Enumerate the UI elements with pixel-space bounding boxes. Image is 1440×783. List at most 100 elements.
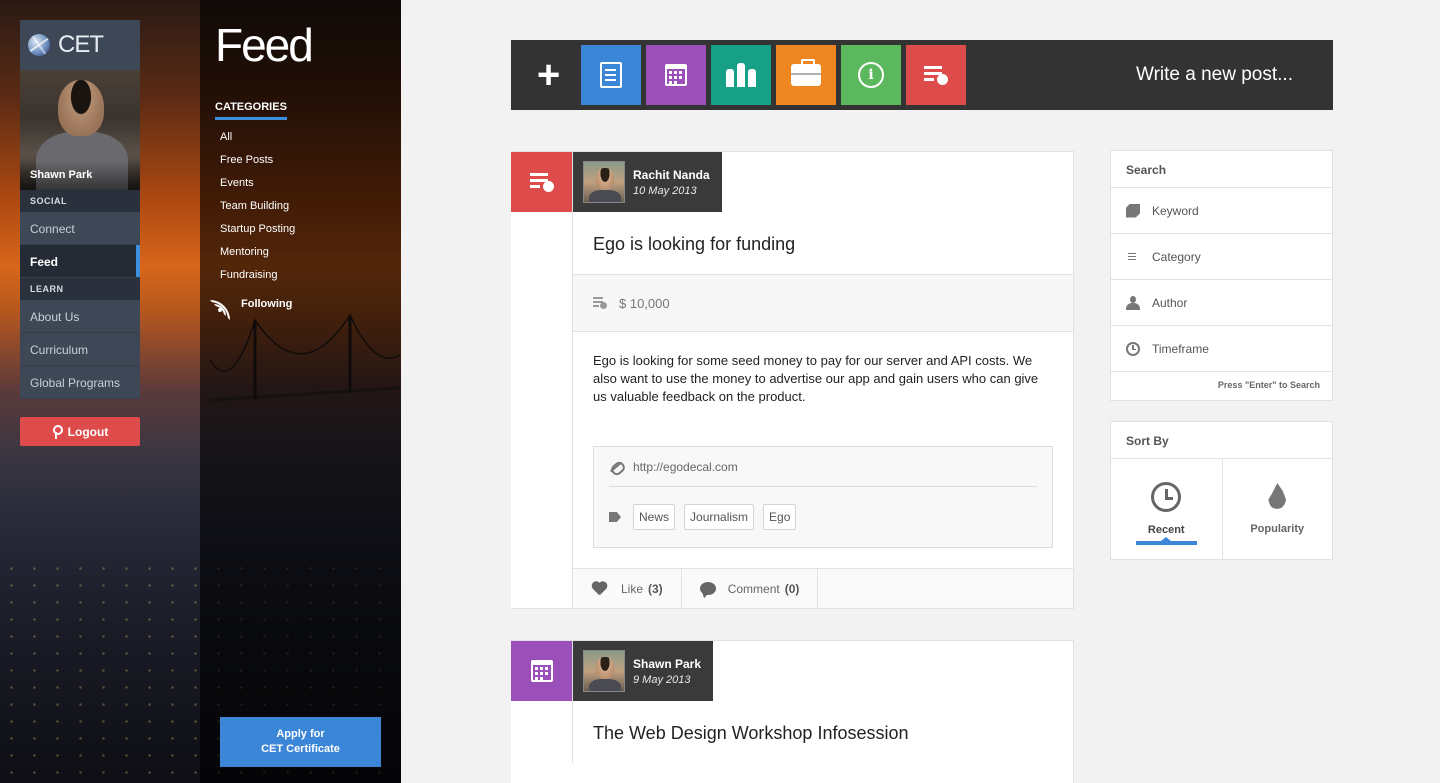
author-name: Rachit Nanda: [633, 167, 710, 182]
category-startup-posting[interactable]: Startup Posting: [220, 223, 295, 246]
post-type-team-building-button[interactable]: [711, 45, 771, 105]
sort-recent-button[interactable]: Recent: [1111, 459, 1222, 559]
like-count: (3): [648, 581, 663, 596]
nav-item-connect[interactable]: Connect: [20, 212, 140, 245]
document-icon: [600, 62, 622, 88]
post-actions: Like (3) Comment (0): [573, 568, 1073, 608]
search-hint: Press "Enter" to Search: [1217, 380, 1320, 390]
comment-icon: [699, 582, 716, 595]
user-name: Shawn Park: [20, 160, 140, 190]
tag-ego[interactable]: Ego: [763, 504, 797, 530]
search-heading: Search: [1111, 151, 1332, 188]
categories-list: All Free Posts Events Team Building Star…: [210, 131, 295, 320]
like-button[interactable]: Like (3): [573, 569, 682, 608]
money-icon: [529, 172, 554, 192]
tag-news[interactable]: News: [633, 504, 676, 530]
comment-button[interactable]: Comment (0): [682, 569, 819, 608]
sort-panel: Sort By Recent Popularity: [1110, 421, 1333, 560]
clock-icon: [1151, 482, 1182, 512]
category-all[interactable]: All: [220, 131, 295, 154]
new-post-toolbar: + i Write a new post...: [511, 40, 1333, 110]
like-label: Like: [621, 581, 644, 596]
add-post-button[interactable]: +: [516, 45, 581, 105]
feed-post: Shawn Park 9 May 2013 The Web Design Wor…: [511, 640, 1074, 783]
post-body: Ego is looking for some seed money to pa…: [593, 353, 1039, 404]
post-type-fundraising-button[interactable]: [906, 45, 966, 105]
category-fundraising[interactable]: Fundraising: [220, 269, 295, 292]
post-tags: News Journalism Ego: [609, 487, 1037, 547]
search-timeframe-label: Timeframe: [1152, 341, 1209, 356]
key-icon: [52, 424, 63, 439]
heart-icon: [591, 582, 607, 596]
post-author[interactable]: Rachit Nanda 10 May 2013: [573, 152, 722, 212]
rss-icon: [210, 296, 234, 320]
post-link[interactable]: http://egodecal.com: [609, 447, 1037, 487]
user-icon: [1126, 295, 1140, 310]
post-type-badge: [511, 641, 572, 701]
post-title[interactable]: The Web Design Workshop Infosession: [573, 701, 1073, 763]
post-type-startup-button[interactable]: [776, 45, 836, 105]
search-author-label: Author: [1152, 295, 1188, 310]
money-icon: [924, 65, 948, 85]
calendar-icon: [665, 64, 687, 86]
category-mentoring[interactable]: Mentoring: [220, 246, 295, 269]
funding-amount: $ 10,000: [573, 274, 1073, 332]
author-avatar: [583, 650, 625, 692]
following-label: Following: [241, 297, 293, 310]
apply-line-1: Apply for: [276, 728, 325, 740]
sort-popularity-button[interactable]: Popularity: [1221, 459, 1333, 559]
post-type-event-button[interactable]: [646, 45, 706, 105]
post-type-mentoring-button[interactable]: i: [841, 45, 901, 105]
team-icon: [726, 63, 756, 87]
amount-value: $ 10,000: [619, 295, 670, 311]
category-free-posts[interactable]: Free Posts: [220, 154, 295, 177]
sort-heading: Sort By: [1111, 422, 1332, 459]
list-icon: [1126, 250, 1140, 264]
calendar-icon: [530, 660, 553, 682]
nav-item-about-us[interactable]: About Us: [20, 300, 140, 333]
search-category-label: Category: [1152, 249, 1201, 264]
feed-post: Rachit Nanda 10 May 2013 Ego is looking …: [511, 151, 1074, 609]
post-title[interactable]: Ego is looking for funding: [573, 212, 1073, 274]
user-profile[interactable]: Shawn Park: [20, 70, 140, 190]
logout-label: Logout: [67, 424, 109, 439]
page-title: Feed: [215, 19, 314, 71]
tag-icon: [1126, 203, 1140, 218]
comment-label: Comment: [727, 581, 780, 596]
search-panel: Search Keyword Category Author Timeframe…: [1110, 150, 1333, 401]
search-timeframe-field[interactable]: Timeframe: [1111, 326, 1332, 372]
nav-section-learn: LEARN: [20, 278, 140, 300]
tag-journalism[interactable]: Journalism: [684, 504, 755, 530]
post-attachments: http://egodecal.com News Journalism Ego: [593, 446, 1053, 548]
tag-icon: [609, 512, 621, 522]
info-icon: i: [858, 62, 884, 88]
briefcase-icon: [791, 59, 821, 86]
globe-icon: [28, 34, 50, 56]
search-keyword-field[interactable]: Keyword: [1111, 188, 1332, 234]
post-date: 9 May 2013: [633, 673, 691, 686]
write-post-prompt[interactable]: Write a new post...: [1136, 64, 1293, 86]
nav-item-global-programs[interactable]: Global Programs: [20, 366, 140, 399]
post-type-free-post-button[interactable]: [581, 45, 641, 105]
search-keyword-label: Keyword: [1152, 203, 1199, 218]
nav-section-social: SOCIAL: [20, 190, 140, 212]
category-events[interactable]: Events: [220, 177, 295, 200]
logout-button[interactable]: Logout: [20, 417, 140, 446]
author-avatar: [583, 161, 625, 203]
logo[interactable]: CET: [20, 20, 140, 70]
comment-count: (0): [784, 581, 800, 596]
flame-icon: [1268, 483, 1287, 509]
post-link-url: http://egodecal.com: [633, 459, 738, 474]
category-team-building[interactable]: Team Building: [220, 200, 295, 223]
search-category-field[interactable]: Category: [1111, 234, 1332, 280]
nav-item-feed[interactable]: Feed: [20, 245, 140, 278]
search-author-field[interactable]: Author: [1111, 280, 1332, 326]
main-navigation: CET Shawn Park SOCIAL Connect Feed LEARN…: [20, 20, 140, 399]
category-following[interactable]: Following: [210, 292, 295, 320]
nav-item-curriculum[interactable]: Curriculum: [20, 333, 140, 366]
categories-heading: CATEGORIES: [215, 101, 287, 120]
sort-recent-label: Recent: [1147, 524, 1185, 536]
clock-icon: [1126, 341, 1140, 356]
apply-certificate-button[interactable]: Apply for CET Certificate: [220, 717, 381, 767]
post-author[interactable]: Shawn Park 9 May 2013: [573, 641, 714, 701]
